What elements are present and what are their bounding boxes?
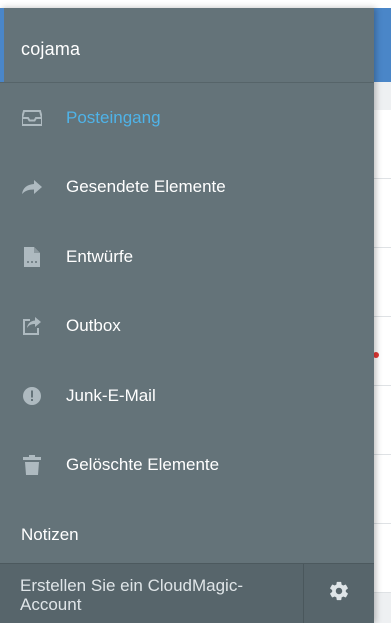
- folder-label: Notizen: [21, 524, 79, 544]
- send-icon: [21, 176, 43, 198]
- folder-label: Junk-E-Mail: [66, 385, 156, 405]
- draft-document-icon: [21, 246, 43, 268]
- folder-label: Entwürfe: [66, 246, 134, 266]
- inbox-icon: [21, 107, 43, 129]
- folder-item-outbox[interactable]: Outbox: [0, 292, 374, 362]
- folder-item-sent[interactable]: Gesendete Elemente: [0, 153, 374, 223]
- gear-icon: [328, 580, 350, 607]
- folder-item-drafts[interactable]: Entwürfe: [0, 222, 374, 292]
- outbox-icon: [21, 315, 43, 337]
- drawer-header[interactable]: cojama: [0, 8, 374, 83]
- folder-list: Posteingang Gesendete Elemente Entwürfe …: [0, 83, 374, 570]
- create-account-link[interactable]: Erstellen Sie ein CloudMagic-Account: [20, 576, 290, 614]
- account-name: cojama: [21, 39, 81, 59]
- folder-item-junk[interactable]: Junk-E-Mail: [0, 361, 374, 431]
- settings-button[interactable]: [304, 564, 374, 623]
- folder-item-deleted[interactable]: Gelöschte Elemente: [0, 431, 374, 501]
- navigation-drawer: cojama Posteingang Gesendete Elemente En…: [0, 8, 374, 623]
- folder-label: Gelöschte Elemente: [66, 455, 220, 475]
- folder-label: Outbox: [66, 316, 121, 336]
- folder-item-notes[interactable]: Notizen: [0, 500, 374, 570]
- status-strip: [0, 0, 391, 8]
- folder-label: Gesendete Elemente: [66, 177, 226, 197]
- drawer-footer: Erstellen Sie ein CloudMagic-Account: [0, 563, 374, 623]
- trash-icon: [21, 454, 43, 476]
- drawer-edge-accent: [0, 8, 4, 82]
- folder-label: Posteingang: [66, 107, 161, 127]
- exclamation-circle-icon: [21, 385, 43, 407]
- folder-item-inbox[interactable]: Posteingang: [0, 83, 374, 153]
